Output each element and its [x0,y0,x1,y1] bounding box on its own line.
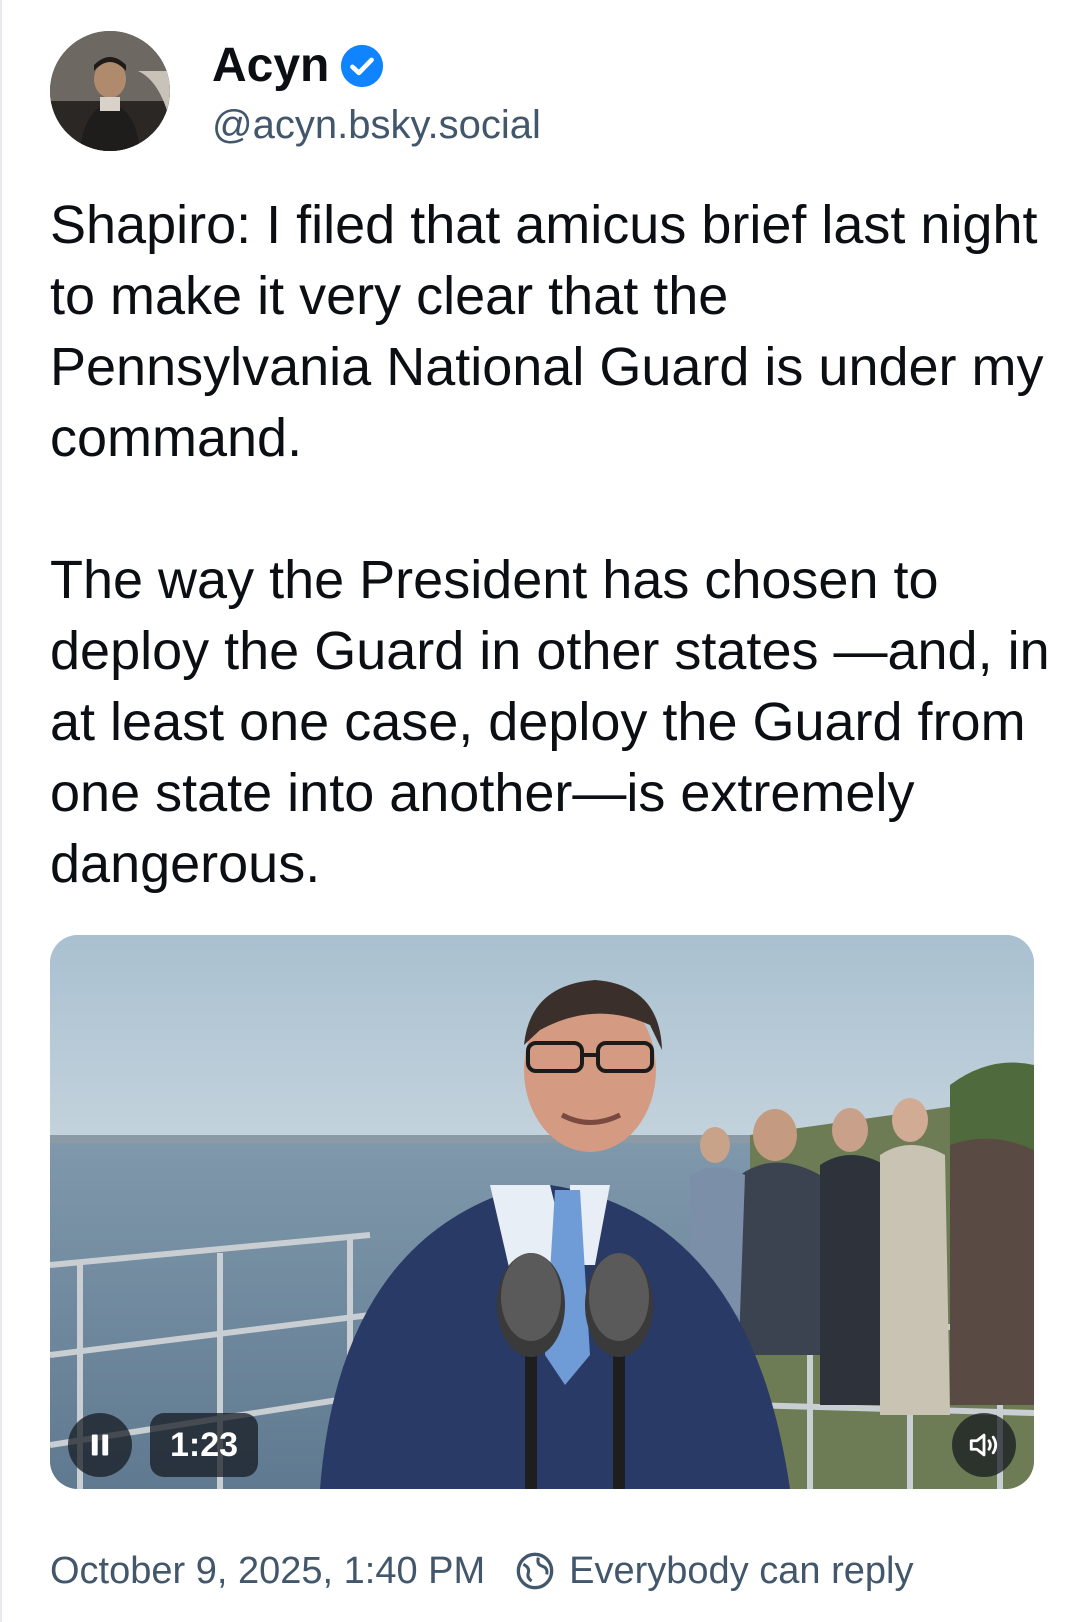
avatar[interactable] [50,31,170,151]
post-card: Acyn @acyn.bsky.social Shapiro: I filed … [0,0,1080,1622]
verified-check-icon[interactable] [339,43,385,89]
post-timestamp[interactable]: October 9, 2025, 1:40 PM [50,1550,485,1593]
pause-icon [91,1434,109,1456]
post-meta: October 9, 2025, 1:40 PM Everybody can r… [50,1544,913,1598]
author-handle[interactable]: @acyn.bsky.social [212,98,541,152]
video-player[interactable]: 1:23 [50,935,1034,1489]
globe-icon [516,1552,554,1590]
video-frame [50,935,1034,1489]
reply-setting[interactable]: Everybody can reply [569,1550,913,1593]
post-paragraph: Shapiro: I filed that amicus brief last … [50,195,1044,468]
post-text: Shapiro: I filed that amicus brief last … [50,190,1050,900]
video-duration: 1:23 [150,1413,259,1477]
pause-button[interactable] [68,1413,132,1477]
speaker-icon [969,1433,998,1457]
post-paragraph: The way the President has chosen to depl… [50,550,1050,894]
mute-button[interactable] [952,1413,1016,1477]
display-name[interactable]: Acyn [212,36,329,96]
avatar-image [50,31,170,151]
author-name[interactable]: Acyn [212,36,385,96]
